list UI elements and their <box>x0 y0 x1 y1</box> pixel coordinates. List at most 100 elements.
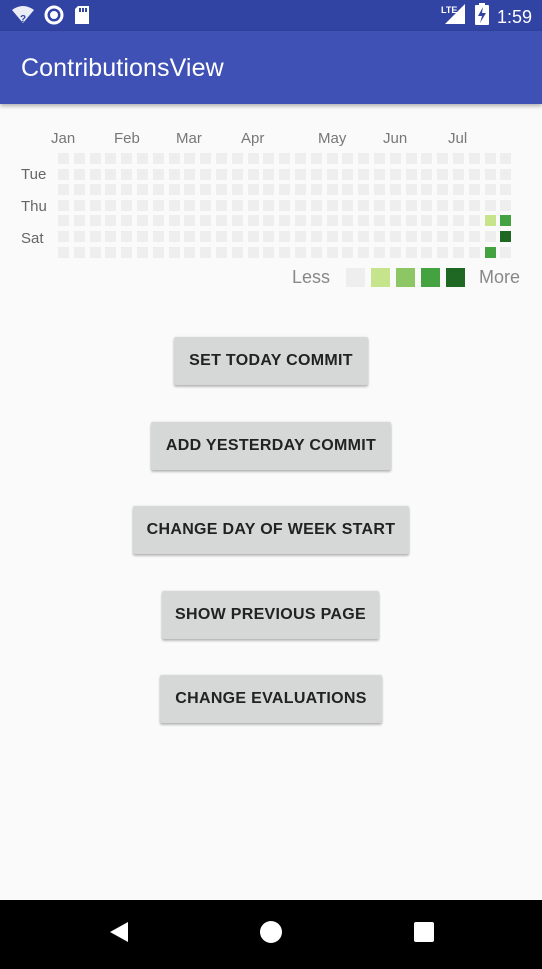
contribution-cell <box>469 169 480 180</box>
back-icon[interactable] <box>108 920 130 949</box>
recents-icon[interactable] <box>413 921 435 948</box>
contribution-cell <box>327 169 338 180</box>
contribution-cell <box>437 231 448 242</box>
contribution-cell <box>121 169 132 180</box>
contribution-cell <box>390 215 401 226</box>
contribution-cell <box>169 153 180 164</box>
contribution-cell <box>342 184 353 195</box>
contribution-cell <box>421 215 432 226</box>
day-label-thu: Thu <box>21 198 47 215</box>
contribution-cell <box>184 247 195 258</box>
change-day-of-week-start-button[interactable]: CHANGE DAY OF WEEK START <box>133 506 409 554</box>
contribution-cell <box>279 247 290 258</box>
month-label-jul: Jul <box>448 130 468 147</box>
contributions-view: Jan Feb Mar Apr May Jun Jul Tue Thu Sat … <box>0 104 542 304</box>
contribution-cell <box>263 169 274 180</box>
contribution-cell <box>248 169 259 180</box>
contribution-cell <box>74 153 85 164</box>
contribution-cell <box>437 200 448 211</box>
contribution-cell <box>248 215 259 226</box>
contribution-cell <box>358 200 369 211</box>
contribution-cell <box>232 231 243 242</box>
contribution-cell <box>295 231 306 242</box>
legend-swatch-2 <box>395 268 415 287</box>
month-label-may: May <box>318 130 347 147</box>
contribution-cell <box>279 184 290 195</box>
contribution-cell <box>437 153 448 164</box>
contribution-cell <box>485 247 496 258</box>
contribution-cell <box>200 184 211 195</box>
contribution-cell <box>137 215 148 226</box>
contribution-cell <box>327 247 338 258</box>
contribution-cell <box>342 200 353 211</box>
contribution-cell <box>58 169 69 180</box>
contribution-cell <box>485 231 496 242</box>
contribution-cell <box>453 153 464 164</box>
contribution-cell <box>263 153 274 164</box>
contribution-cell <box>200 247 211 258</box>
contribution-cell <box>295 215 306 226</box>
contribution-cell <box>169 169 180 180</box>
contribution-cell <box>390 247 401 258</box>
contribution-cell <box>295 169 306 180</box>
contribution-cell <box>74 184 85 195</box>
contribution-cell <box>279 215 290 226</box>
contribution-cell <box>137 247 148 258</box>
contribution-cell <box>169 247 180 258</box>
clock: 1:59 <box>496 6 532 27</box>
contribution-cell <box>279 231 290 242</box>
contribution-cell <box>153 215 164 226</box>
contribution-cell <box>216 200 227 211</box>
contribution-cell <box>216 184 227 195</box>
contribution-cell <box>184 200 195 211</box>
day-label-sat: Sat <box>21 230 44 247</box>
contribution-cell <box>74 247 85 258</box>
contribution-cell <box>485 169 496 180</box>
contribution-cell <box>342 247 353 258</box>
set-today-commit-button[interactable]: SET TODAY COMMIT <box>174 337 368 385</box>
contribution-cell <box>311 184 322 195</box>
contribution-cell <box>342 215 353 226</box>
contribution-cell <box>105 231 116 242</box>
legend: Less More <box>292 267 520 288</box>
contribution-cell <box>374 215 385 226</box>
contribution-cell <box>184 215 195 226</box>
contribution-cell <box>327 153 338 164</box>
contribution-cell <box>90 200 101 211</box>
contribution-cell <box>469 200 480 211</box>
contribution-cell <box>137 231 148 242</box>
app-title: ContributionsView <box>21 54 224 82</box>
contribution-cell <box>137 153 148 164</box>
contribution-cell <box>184 231 195 242</box>
contribution-cell <box>105 247 116 258</box>
wifi-question-icon: ? <box>12 5 34 30</box>
contribution-cell <box>248 247 259 258</box>
contribution-cell <box>311 231 322 242</box>
home-icon[interactable] <box>259 920 283 949</box>
contribution-cell <box>358 247 369 258</box>
contribution-cell <box>105 215 116 226</box>
contribution-cell <box>121 215 132 226</box>
contribution-cell <box>105 184 116 195</box>
show-previous-page-button[interactable]: SHOW PREVIOUS PAGE <box>162 591 379 639</box>
contribution-cell <box>169 200 180 211</box>
legend-less-label: Less <box>291 267 330 287</box>
contribution-cell <box>121 247 132 258</box>
contribution-cell <box>342 153 353 164</box>
contribution-cell <box>105 169 116 180</box>
change-evaluations-button[interactable]: CHANGE EVALUATIONS <box>160 675 382 723</box>
contribution-cell <box>184 169 195 180</box>
contribution-cell <box>437 169 448 180</box>
contribution-cell <box>453 215 464 226</box>
contribution-cell <box>137 169 148 180</box>
contribution-cell <box>169 184 180 195</box>
contribution-cell <box>121 184 132 195</box>
month-label-jun: Jun <box>383 130 408 147</box>
contribution-cell <box>311 247 322 258</box>
contribution-cell <box>295 184 306 195</box>
contribution-cell <box>469 184 480 195</box>
contribution-cell <box>74 169 85 180</box>
contribution-cell <box>311 200 322 211</box>
add-yesterday-commit-button[interactable]: ADD YESTERDAY COMMIT <box>151 422 391 470</box>
legend-swatch-0 <box>345 268 365 287</box>
